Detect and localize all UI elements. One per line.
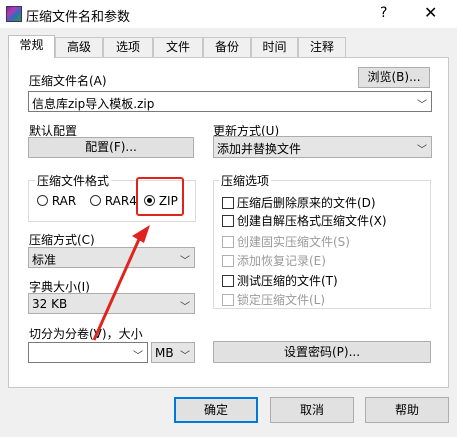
chevron-down-icon: ﹀	[417, 145, 427, 156]
dictionary-size-select[interactable]: 32 KB ﹀	[28, 293, 195, 314]
annotation-highlight-box	[136, 177, 184, 216]
split-volumes-label: 切分为分卷(V)，大小	[29, 327, 143, 341]
tab-backup[interactable]: 备份	[203, 37, 251, 57]
archive-name-value: 信息库zip导入模板.zip	[32, 97, 155, 111]
close-icon[interactable]: ✕	[424, 3, 437, 22]
chevron-down-icon: ﹀	[180, 351, 190, 362]
ok-button[interactable]: 确定	[174, 397, 258, 423]
cancel-button[interactable]: 取消	[270, 397, 354, 423]
split-unit-value: MB	[155, 346, 174, 360]
tab-files[interactable]: 文件	[153, 37, 203, 57]
chevron-down-icon[interactable]: ﹀	[417, 96, 427, 111]
tab-advanced[interactable]: 高级	[55, 37, 103, 57]
format-group-title: 压缩文件格式	[35, 172, 112, 189]
radio-circle	[37, 195, 48, 206]
radio-circle	[90, 195, 101, 206]
chevron-down-icon: ﹀	[180, 256, 190, 267]
dictionary-size-value: 32 KB	[32, 297, 68, 311]
tab-general[interactable]: 常规	[8, 35, 55, 58]
checkbox-solid: 创建固实压缩文件(S)	[222, 233, 350, 250]
tab-options[interactable]: 选项	[103, 37, 153, 57]
archive-name-combo[interactable]: 信息库zip导入模板.zip ﹀	[28, 91, 432, 112]
chevron-down-icon[interactable]: ﹀	[133, 347, 143, 362]
checkbox-box	[222, 236, 234, 248]
compression-dialog: 压缩文件名和参数 ? ✕ 常规 高级 选项 文件 备份 时间 注释 压缩文件名(…	[0, 0, 457, 437]
help-icon[interactable]: ?	[380, 5, 387, 21]
checkbox-box	[222, 275, 234, 287]
split-size-combo[interactable]: ﹀	[28, 342, 148, 363]
format-radio-rar[interactable]: RAR	[37, 194, 76, 208]
checkbox-recovery-record: 添加恢复记录(E)	[222, 252, 326, 269]
archive-name-label: 压缩文件名(A)	[29, 74, 107, 88]
checkbox-box	[222, 215, 234, 227]
compression-method-label: 压缩方式(C)	[29, 233, 95, 247]
checkbox-box	[222, 255, 234, 267]
update-mode-select[interactable]: 添加并替换文件 ﹀	[213, 136, 432, 158]
set-password-button[interactable]: 设置密码(P)...	[213, 341, 431, 363]
format-radio-rar4[interactable]: RAR4	[90, 194, 137, 208]
help-button[interactable]: 帮助	[365, 397, 449, 423]
split-unit-select[interactable]: MB ﹀	[151, 342, 195, 363]
checkbox-test-files[interactable]: 测试压缩的文件(T)	[222, 272, 338, 289]
window-title: 压缩文件名和参数	[26, 10, 131, 25]
browse-button[interactable]: 浏览(B)...	[358, 67, 430, 88]
compression-method-value: 标准	[32, 253, 57, 267]
chevron-down-icon: ﹀	[180, 302, 190, 313]
options-group-title: 压缩选项	[219, 172, 272, 189]
checkbox-delete-after[interactable]: 压缩后删除原来的文件(D)	[222, 194, 376, 211]
compression-method-select[interactable]: 标准 ﹀	[28, 247, 195, 268]
tab-time[interactable]: 时间	[251, 37, 298, 57]
checkbox-sfx[interactable]: 创建自解压格式压缩文件(X)	[222, 212, 387, 229]
update-mode-value: 添加并替换文件	[217, 142, 302, 156]
tab-comment[interactable]: 注释	[298, 37, 346, 57]
title-bar: 压缩文件名和参数 ? ✕	[0, 0, 457, 28]
checkbox-box	[222, 294, 234, 306]
checkbox-lock-archive: 锁定压缩文件(L)	[222, 291, 325, 308]
profile-button[interactable]: 配置(F)...	[28, 137, 194, 158]
checkbox-box	[222, 197, 234, 209]
winrar-app-icon	[6, 6, 22, 22]
